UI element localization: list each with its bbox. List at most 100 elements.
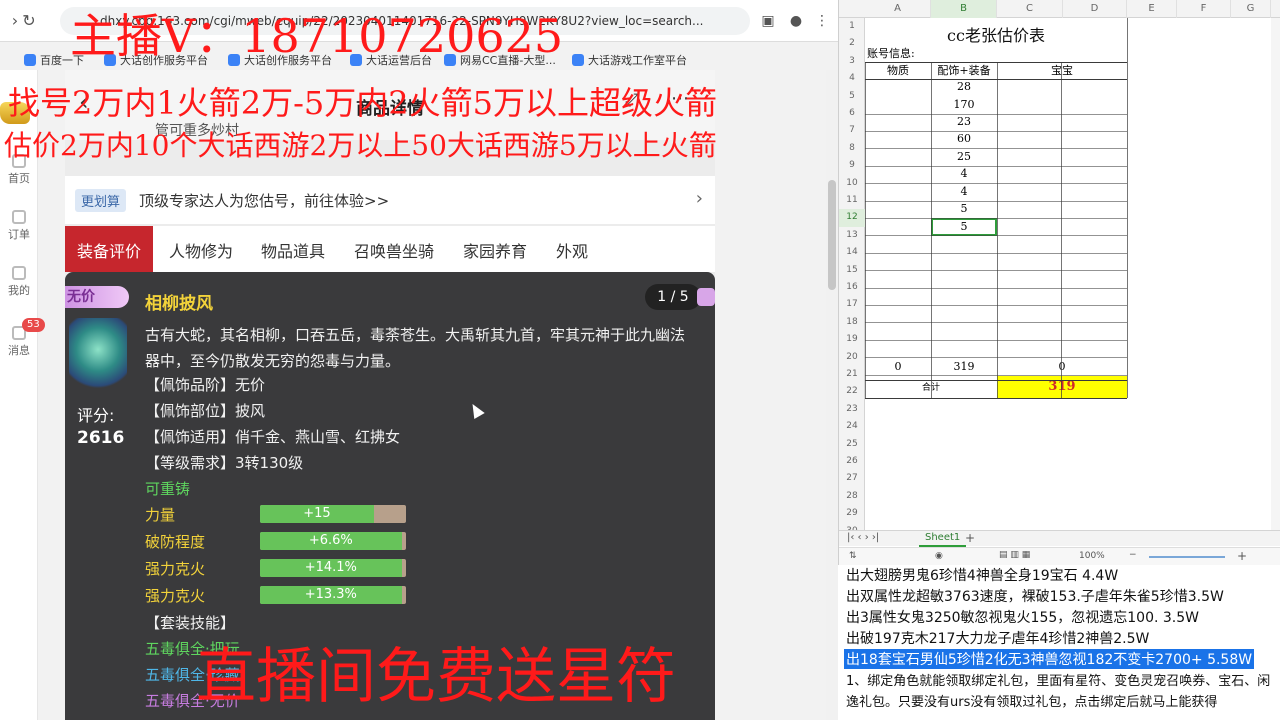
header-cell: 物质 [887, 64, 909, 77]
sidebar-item-messages[interactable]: 53 消息 [2, 318, 45, 358]
row-header[interactable]: 7 [839, 122, 865, 139]
row-header[interactable]: 28 [839, 488, 865, 505]
zoom-out-icon[interactable]: − [1129, 550, 1137, 560]
sheet-nav-icon[interactable]: |‹ ‹ › ›| [847, 532, 879, 543]
row-header[interactable]: 16 [839, 279, 865, 296]
row-header[interactable]: 19 [839, 331, 865, 348]
grid-line [865, 357, 1127, 358]
value-cell[interactable]: 25 [931, 150, 997, 163]
row-header[interactable]: 11 [839, 192, 865, 209]
row-header[interactable]: 27 [839, 470, 865, 487]
row-header[interactable]: 26 [839, 453, 865, 470]
row-header[interactable]: 24 [839, 418, 865, 435]
grid-line [865, 201, 1127, 202]
row-header[interactable]: 6 [839, 105, 865, 122]
zoom-level[interactable]: 100% [1079, 551, 1105, 561]
column-header[interactable]: E [1127, 0, 1177, 18]
tab-appearance[interactable]: 外观 [556, 226, 588, 272]
column-header[interactable]: D [1063, 0, 1127, 18]
add-sheet-icon[interactable]: + [965, 531, 975, 545]
sidebar-item-mine[interactable]: 我的 [2, 266, 36, 298]
grid-line [865, 62, 1127, 63]
page-scrollbar[interactable] [826, 70, 838, 720]
tab-character-cultivation[interactable]: 人物修为 [169, 226, 233, 272]
menu-icon[interactable]: ⋮ [812, 11, 832, 31]
grid-line [865, 218, 1127, 219]
selected-cell[interactable] [931, 218, 997, 236]
value-cell[interactable]: 170 [931, 98, 997, 111]
zoom-slider[interactable] [1149, 556, 1225, 558]
row-header[interactable]: 17 [839, 296, 865, 313]
unread-badge: 53 [22, 318, 45, 332]
row-header[interactable]: 20 [839, 349, 865, 366]
sidebar-item-order[interactable]: 订单 [2, 210, 36, 242]
column-header[interactable]: B [931, 0, 997, 18]
bookmark-item[interactable]: 大话游戏工作室平台 [572, 52, 687, 68]
row-header[interactable]: 2 [839, 35, 865, 52]
row-header[interactable]: 1 [839, 18, 865, 35]
stat-bar: +13.3% [260, 586, 406, 604]
grid-line [865, 235, 1127, 236]
header-cell: 宝宝 [1051, 64, 1073, 77]
value-cell[interactable]: 23 [931, 115, 997, 128]
status-icon: ⇅ [849, 551, 857, 561]
stat-fill: +6.6% [260, 532, 402, 550]
row-header[interactable]: 10 [839, 175, 865, 192]
sum-value[interactable]: 319 [997, 379, 1127, 394]
total-cell[interactable]: 0 [997, 360, 1127, 373]
column-header[interactable]: F [1177, 0, 1231, 18]
row-header[interactable]: 23 [839, 401, 865, 418]
sheet-grid[interactable]: cc老张估价表 账号信息: 物质 配饰+装备 宝宝 28 170 23 60 2… [865, 18, 1280, 530]
row-header[interactable]: 25 [839, 436, 865, 453]
row-header[interactable]: 5 [839, 88, 865, 105]
row-header[interactable]: 29 [839, 505, 865, 522]
row-header[interactable]: 13 [839, 227, 865, 244]
eye-icon[interactable]: ◉ [935, 551, 943, 561]
row-header[interactable]: 4 [839, 70, 865, 87]
sheet-scrollbar[interactable] [1271, 18, 1280, 530]
row-header[interactable]: 18 [839, 314, 865, 331]
item-description: 古有大蛇，其名相柳，口吞五岳，毒荼苍生。大禹斩其九首，牢其元神于此九幽法器中，至… [145, 326, 686, 370]
row-header[interactable]: 8 [839, 140, 865, 157]
value-cell[interactable]: 4 [931, 185, 997, 198]
scrollbar-thumb[interactable] [828, 180, 836, 290]
view-mode-icons[interactable]: ▤ ▥ ▦ [999, 550, 1030, 560]
value-cell[interactable]: 60 [931, 132, 997, 145]
value-cell[interactable]: 4 [931, 167, 997, 180]
score-value: 2616 [77, 428, 125, 448]
tab-home[interactable]: 家园养育 [463, 226, 527, 272]
tab-pets-mounts[interactable]: 召唤兽坐骑 [354, 226, 434, 272]
zoom-in-icon[interactable]: + [1237, 549, 1247, 563]
grid-line [865, 183, 1127, 184]
product-page: ‹ 商品详情 ⤢ ⋯ 管可重多炒村 更划算 顶级专家达人为您估号，前往体验>> … [65, 70, 715, 720]
attr-grade: 【佩饰品阶】无价 [145, 376, 266, 394]
row-header[interactable]: 12 [839, 209, 865, 227]
tab-equipment-rating[interactable]: 装备评价 [65, 226, 154, 272]
promo-text: 顶级专家达人为您估号，前往体验>> [139, 192, 390, 210]
row-header[interactable]: 9 [839, 157, 865, 174]
ticker-line: 出破197克木217大力龙子虐年4珍惜2神兽2.5W [846, 631, 1150, 647]
total-cell[interactable]: 0 [865, 360, 931, 373]
total-cell[interactable]: 319 [931, 360, 997, 373]
row-header[interactable]: 22 [839, 383, 865, 400]
price-badge: 无价 [65, 286, 129, 308]
promo-tag: 更划算 [75, 189, 127, 212]
grid-line [865, 131, 1127, 132]
reload-icon[interactable]: ↻ [18, 10, 40, 32]
row-header[interactable]: 3 [839, 53, 865, 70]
stat-fill: +15 [260, 505, 374, 523]
row-header[interactable]: 21 [839, 366, 865, 383]
row-header[interactable]: 15 [839, 262, 865, 279]
window-icon[interactable]: ▣ [758, 11, 778, 31]
sheet-tab[interactable]: Sheet1 [919, 531, 967, 547]
row-header[interactable]: 14 [839, 244, 865, 261]
column-header[interactable]: A [865, 0, 931, 18]
value-cell[interactable]: 5 [931, 202, 997, 215]
column-header[interactable]: G [1231, 0, 1271, 18]
tab-items[interactable]: 物品道具 [261, 226, 325, 272]
promo-banner[interactable]: 更划算 顶级专家达人为您估号，前往体验>> › [65, 176, 715, 224]
profile-icon[interactable]: ● [786, 11, 806, 31]
stat-fill: +13.3% [260, 586, 402, 604]
column-header[interactable]: C [997, 0, 1063, 18]
value-cell[interactable]: 28 [931, 80, 997, 93]
